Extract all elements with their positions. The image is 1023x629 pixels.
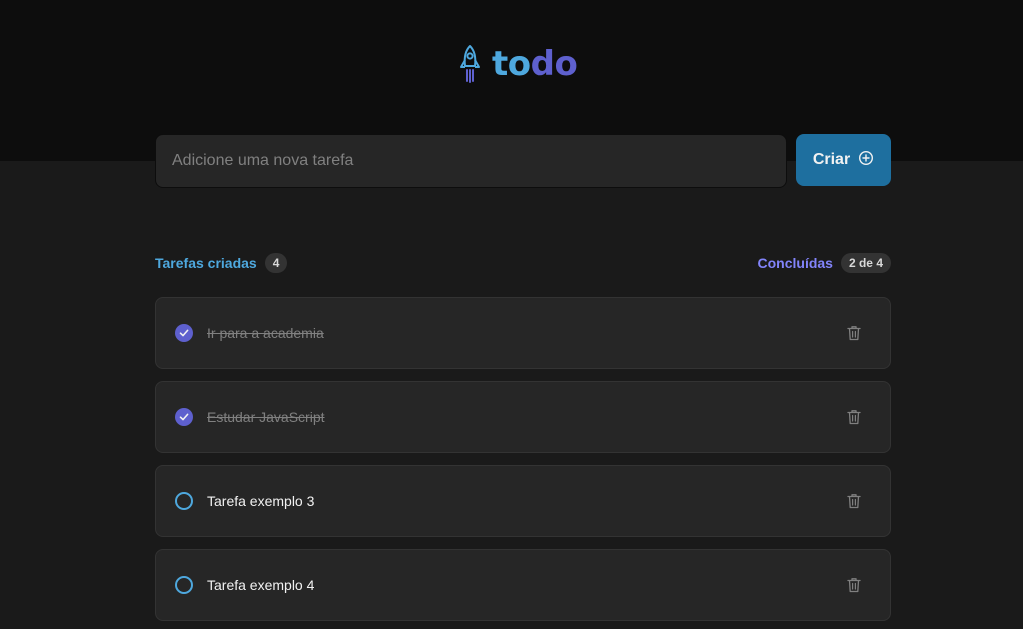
task-text: Tarefa exemplo 3	[207, 493, 315, 509]
created-counter: Tarefas criadas 4	[155, 253, 288, 273]
done-counter: Concluídas 2 de 4	[757, 253, 891, 273]
create-button-label: Criar	[812, 151, 851, 168]
done-label: Concluídas	[757, 255, 833, 271]
created-count-badge: 4	[264, 253, 288, 273]
new-task-input[interactable]	[155, 134, 787, 188]
task-checkbox[interactable]	[175, 408, 193, 426]
done-count-badge: 2 de 4	[840, 253, 891, 273]
task-text: Estudar JavaScript	[207, 409, 325, 425]
trash-icon[interactable]	[842, 321, 866, 345]
task-item: Tarefa exemplo 3	[155, 465, 891, 537]
task-checkbox[interactable]	[175, 324, 193, 342]
app-title: todo	[492, 44, 578, 84]
task-item: Estudar JavaScript	[155, 381, 891, 453]
rocket-icon	[458, 44, 482, 84]
app-title-part-to: to	[492, 44, 531, 84]
task-item: Tarefa exemplo 4	[155, 549, 891, 621]
task-checkbox[interactable]	[175, 492, 193, 510]
plus-circle-icon	[858, 150, 874, 171]
trash-icon[interactable]	[842, 573, 866, 597]
app-logo: todo	[458, 42, 578, 86]
app-title-part-do: do	[530, 44, 578, 84]
task-list: Ir para a academia Estudar JavaScript Ta…	[155, 297, 891, 621]
task-counters: Tarefas criadas 4 Concluídas 2 de 4	[155, 252, 891, 274]
new-task-form: Criar	[155, 134, 891, 188]
trash-icon[interactable]	[842, 489, 866, 513]
trash-icon[interactable]	[842, 405, 866, 429]
task-item: Ir para a academia	[155, 297, 891, 369]
task-checkbox[interactable]	[175, 576, 193, 594]
created-label: Tarefas criadas	[155, 255, 257, 271]
create-task-button[interactable]: Criar	[796, 134, 891, 186]
task-text: Tarefa exemplo 4	[207, 577, 315, 593]
task-text: Ir para a academia	[207, 325, 324, 341]
